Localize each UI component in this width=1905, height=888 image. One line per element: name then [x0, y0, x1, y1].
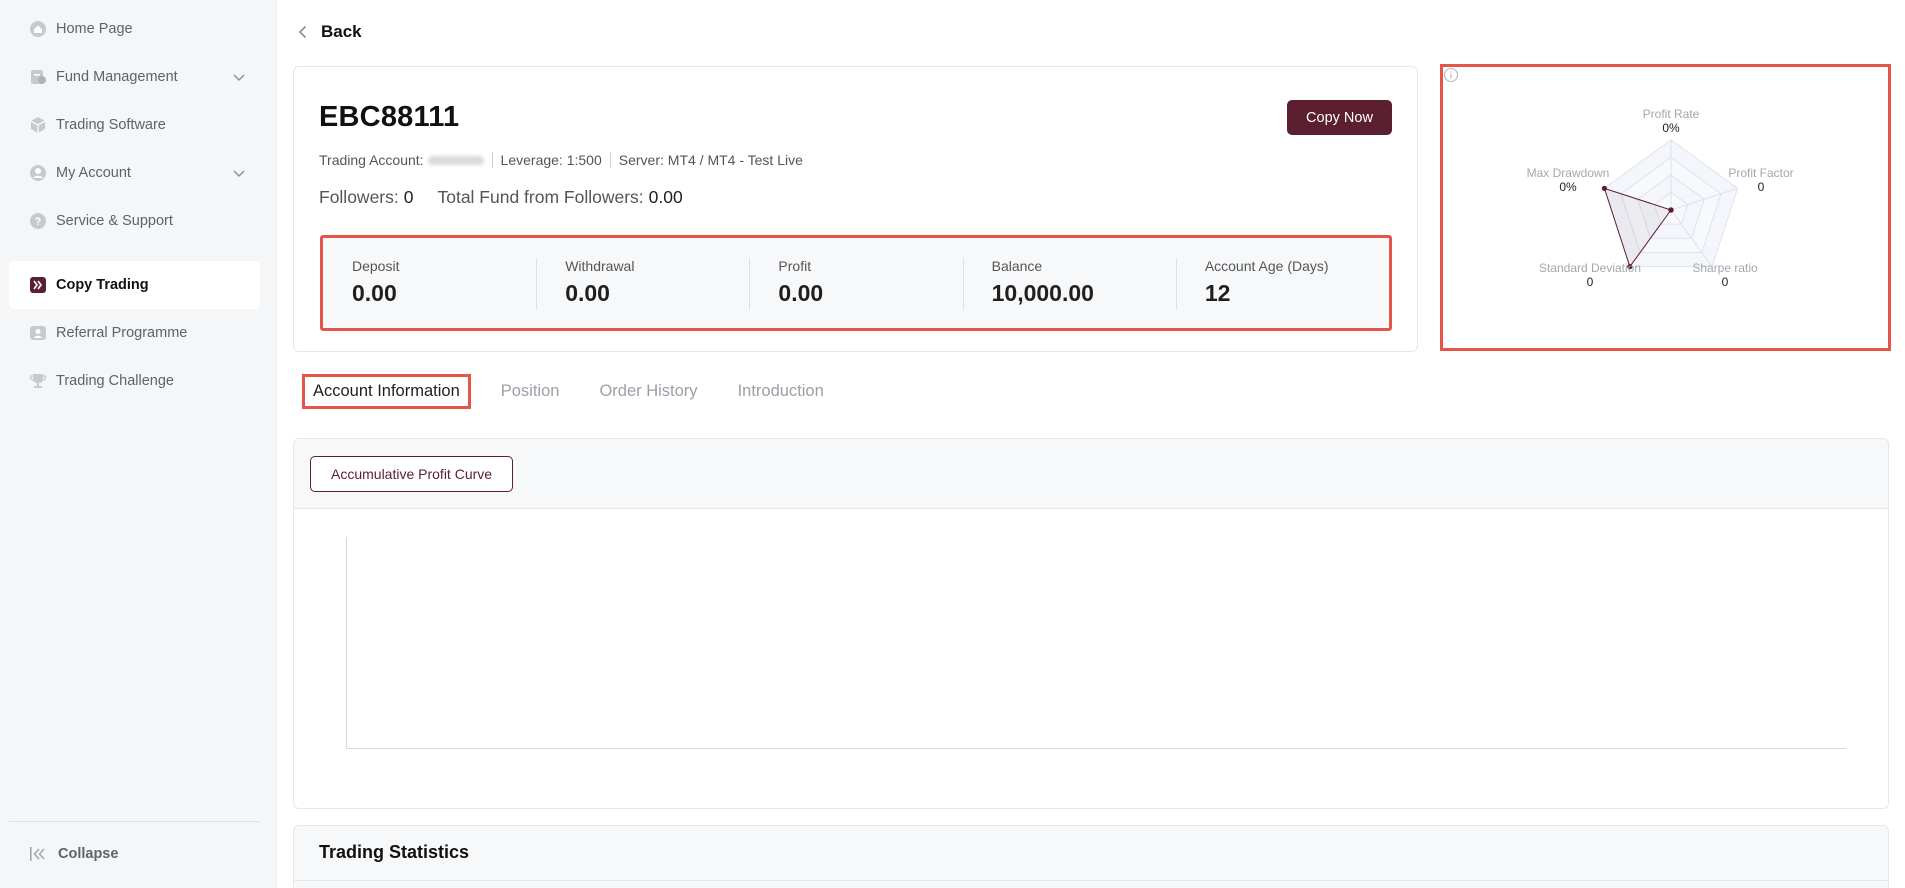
sidebar-item-label: My Account — [56, 165, 131, 181]
sidebar-item-label: Referral Programme — [56, 325, 188, 341]
radar-axis-value: 0 — [1586, 275, 1594, 289]
back-label: Back — [321, 22, 362, 41]
total-fund-label: Total Fund from Followers: — [437, 187, 644, 207]
tab-position[interactable]: Position — [501, 382, 560, 401]
chevron-left-icon — [298, 25, 307, 39]
account-meta: Trading Account: Leverage: 1:500 Server:… — [319, 152, 803, 168]
server-label: Server: — [618, 152, 664, 168]
sidebar-item-trading-software[interactable]: Trading Software — [9, 101, 260, 149]
radar-panel: Profit Rate 0% Profit Factor 0 Sharpe ra… — [1440, 64, 1891, 351]
collapse-label: Collapse — [58, 845, 119, 862]
trading-statistics-title: Trading Statistics — [319, 842, 470, 862]
collapse-icon — [29, 845, 49, 863]
total-fund-value: 0.00 — [648, 187, 683, 207]
svg-text:?: ? — [35, 216, 42, 228]
divider — [609, 152, 611, 168]
radar-axis-label: Profit Rate — [1642, 107, 1700, 121]
info-icon[interactable] — [1443, 67, 1459, 83]
stat-value: 0.00 — [352, 280, 397, 306]
trading-statistics-section: Trading Statistics — [293, 825, 1889, 888]
trophy-icon — [29, 372, 47, 390]
followers-summary: Followers: 0 Total Fund from Followers: … — [319, 187, 683, 208]
home-icon — [29, 20, 47, 38]
user-icon — [29, 164, 47, 182]
stats-panel: Deposit 0.00 Withdrawal 0.00 Profit 0.00… — [320, 235, 1392, 331]
sidebar-item-service-support[interactable]: ? Service & Support — [9, 197, 260, 245]
followers-value: 0 — [403, 187, 414, 207]
radar-axis-value: 0% — [1662, 121, 1680, 135]
chart-header: Accumulative Profit Curve — [294, 439, 1888, 509]
wallet-icon — [29, 68, 47, 86]
profit-curve-section: Accumulative Profit Curve — [293, 438, 1889, 809]
stat-value: 12 — [1204, 280, 1231, 306]
tab-account-information[interactable]: Account Information — [302, 373, 471, 409]
accumulative-profit-curve-button[interactable]: Accumulative Profit Curve — [310, 456, 514, 492]
followers-label: Followers: — [319, 187, 399, 207]
stat-value: 0.00 — [778, 280, 824, 306]
radar-axis-label: Max Drawdown — [1526, 166, 1610, 180]
stat-value: 10,000.00 — [991, 280, 1094, 306]
leverage-value: 1:500 — [566, 152, 602, 168]
profit-curve-plot — [346, 537, 1846, 749]
sidebar-item-label: Fund Management — [56, 69, 178, 85]
sidebar-item-fund-management[interactable]: Fund Management — [9, 53, 260, 101]
copy-now-button[interactable]: Copy Now — [1287, 100, 1392, 135]
referral-icon — [29, 324, 47, 342]
box-icon — [29, 116, 47, 134]
back-button[interactable]: Back — [295, 20, 362, 44]
sidebar: Home Page Fund Management Trading Softwa… — [0, 0, 277, 888]
stat-profit: Profit 0.00 — [749, 256, 962, 310]
sidebar-item-my-account[interactable]: My Account — [9, 149, 260, 197]
sidebar-item-label: Service & Support — [56, 213, 173, 229]
stat-value: 0.00 — [565, 280, 610, 306]
sidebar-item-home[interactable]: Home Page — [9, 5, 260, 53]
copy-trading-icon — [29, 276, 47, 294]
radar-axis-value: 0 — [1721, 275, 1729, 289]
stat-label: Deposit — [352, 258, 400, 274]
sidebar-item-label: Copy Trading — [56, 277, 149, 293]
tab-bar: Account Information Position Order Histo… — [302, 372, 864, 410]
leverage-label: Leverage: — [500, 152, 563, 168]
radar-axis-value: 0% — [1559, 180, 1577, 194]
account-card: EBC88111 Copy Now Trading Account: Lever… — [293, 66, 1418, 352]
stat-label: Account Age (Days) — [1204, 258, 1329, 274]
stat-balance: Balance 10,000.00 — [962, 256, 1176, 310]
collapse-button[interactable]: Collapse — [9, 821, 260, 885]
sidebar-item-label: Trading Challenge — [56, 373, 174, 389]
chevron-down-icon[interactable] — [232, 70, 246, 84]
tab-introduction[interactable]: Introduction — [738, 382, 824, 401]
radar-axis-value: 0 — [1757, 180, 1765, 194]
radar-axis-label: Standard Deviation — [1538, 261, 1642, 275]
sidebar-item-referral-programme[interactable]: Referral Programme — [9, 309, 260, 357]
trading-account-label: Trading Account: — [319, 152, 424, 168]
sidebar-item-label: Home Page — [56, 21, 133, 37]
stat-label: Balance — [991, 258, 1043, 274]
stat-label: Withdrawal — [565, 258, 635, 274]
sidebar-item-label: Trading Software — [56, 117, 166, 133]
radar-axis-label: Sharpe ratio — [1692, 261, 1758, 275]
radar-axis-label: Profit Factor — [1728, 166, 1794, 180]
stat-deposit: Deposit 0.00 — [323, 256, 536, 310]
stat-account-age: Account Age (Days) 12 — [1175, 256, 1389, 310]
radar-data-point — [1668, 207, 1674, 213]
sidebar-item-copy-trading[interactable]: Copy Trading — [9, 261, 260, 309]
stat-label: Profit — [778, 258, 812, 274]
page-title: EBC88111 — [319, 101, 460, 133]
help-icon: ? — [29, 212, 47, 230]
server-value: MT4 / MT4 - Test Live — [667, 152, 803, 168]
tab-order-history[interactable]: Order History — [599, 382, 697, 401]
chevron-down-icon[interactable] — [232, 166, 246, 180]
divider — [491, 152, 493, 168]
stat-withdrawal: Withdrawal 0.00 — [536, 256, 749, 310]
divider — [294, 880, 1888, 881]
sidebar-item-trading-challenge[interactable]: Trading Challenge — [9, 357, 260, 405]
trading-account-redacted — [427, 155, 484, 165]
